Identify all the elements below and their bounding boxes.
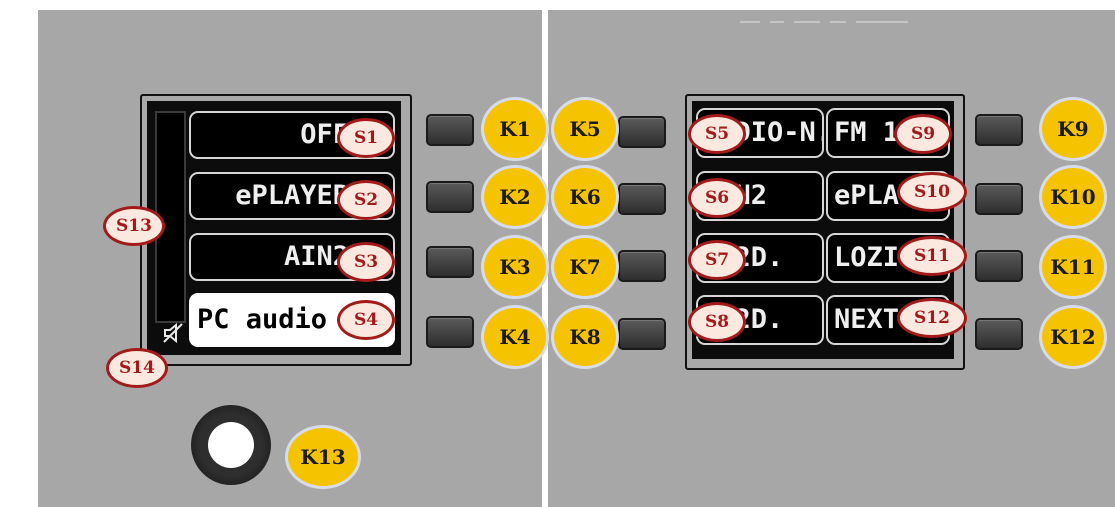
screen-label-s14: S14 [106, 348, 168, 388]
screen-label-s11: S11 [897, 236, 967, 276]
hw-button-k7[interactable] [618, 250, 666, 282]
key-label-k11: K11 [1042, 238, 1104, 296]
key-label-k8: K8 [554, 308, 616, 366]
screen-label-s7: S7 [688, 240, 746, 280]
key-label-k13: K13 [288, 428, 358, 486]
screen-label-s5: S5 [688, 114, 746, 154]
key-label-k12: K12 [1042, 308, 1104, 366]
screen-label-s9: S9 [894, 114, 952, 154]
screen-label-s3: S3 [337, 242, 395, 282]
screen-label-s8: S8 [688, 302, 746, 342]
hw-button-k2[interactable] [426, 181, 474, 213]
key-label-k10: K10 [1042, 168, 1104, 226]
screen-label-s10: S10 [897, 172, 967, 212]
hw-button-k10[interactable] [975, 183, 1023, 215]
screen-label-s2: S2 [337, 180, 395, 220]
key-label-k9: K9 [1042, 100, 1104, 158]
hw-button-k8[interactable] [618, 318, 666, 350]
hw-button-k6[interactable] [618, 183, 666, 215]
faint-marks [740, 21, 908, 23]
key-label-k5: K5 [554, 100, 616, 158]
hw-button-k4[interactable] [426, 316, 474, 348]
hw-button-k9[interactable] [975, 114, 1023, 146]
screen-label-s13: S13 [103, 206, 165, 246]
hw-button-k3[interactable] [426, 246, 474, 278]
key-label-k7: K7 [554, 238, 616, 296]
speaker-mute-icon [163, 322, 183, 344]
key-label-k4: K4 [484, 308, 546, 366]
hw-button-k12[interactable] [975, 318, 1023, 350]
screen-label-s12: S12 [897, 298, 967, 338]
hw-button-k5[interactable] [618, 116, 666, 148]
hw-button-k1[interactable] [426, 114, 474, 146]
hw-button-k11[interactable] [975, 250, 1023, 282]
key-label-k1: K1 [484, 100, 546, 158]
key-label-k2: K2 [484, 168, 546, 226]
knob-center [208, 422, 254, 468]
key-label-k6: K6 [554, 168, 616, 226]
screen-label-s4: S4 [337, 300, 395, 340]
screen-label-s6: S6 [688, 178, 746, 218]
screen-label-s1: S1 [337, 118, 395, 158]
rotary-knob[interactable] [191, 405, 271, 485]
key-label-k3: K3 [484, 238, 546, 296]
